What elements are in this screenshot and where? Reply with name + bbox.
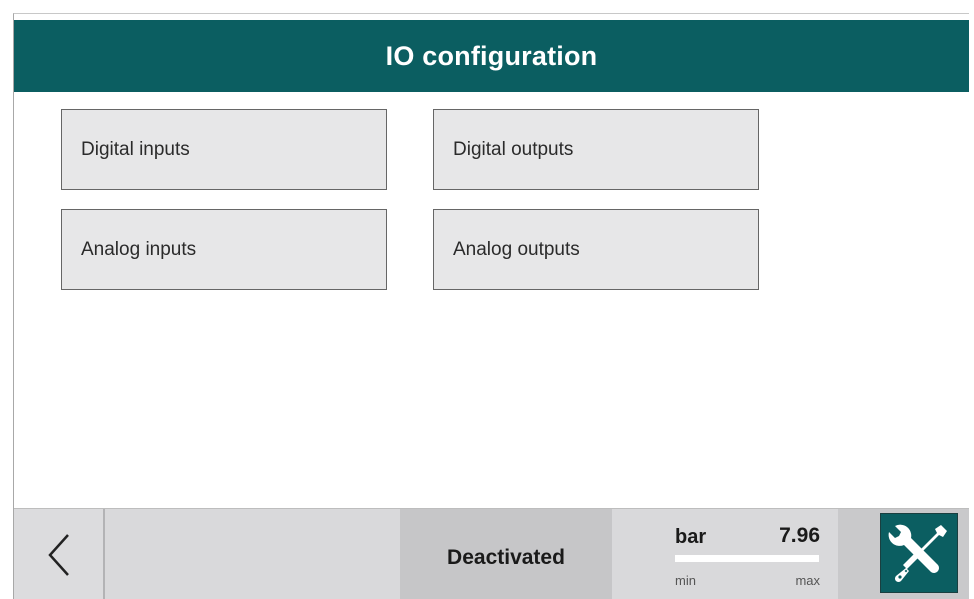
tools-button[interactable] [880,513,958,593]
tile-label: Analog inputs [81,238,197,260]
footer-bar: Deactivated bar 7.96 min max [14,508,969,599]
header-bar: IO configuration [14,20,969,92]
tile-label: Digital outputs [453,138,574,160]
status-panel: Deactivated [400,509,612,599]
page-title: IO configuration [385,40,598,71]
gauge-min-label: min [675,573,696,588]
analog-inputs-button[interactable]: Analog inputs [61,209,387,290]
wrench-screwdriver-icon [888,524,947,583]
back-button[interactable] [14,509,105,599]
gauge-value: 7.96 [779,524,820,547]
digital-outputs-button[interactable]: Digital outputs [433,109,759,190]
io-configuration-screen: IO configuration Digital inputs Digital … [13,13,969,599]
pressure-gauge: bar 7.96 min max [612,509,838,599]
footer-spacer [105,509,400,599]
gauge-max-label: max [795,573,820,588]
gauge-track [675,555,819,562]
tile-label: Analog outputs [453,238,580,260]
digital-inputs-button[interactable]: Digital inputs [61,109,387,190]
status-text: Deactivated [447,546,565,569]
tile-label: Digital inputs [81,138,190,160]
gauge-unit: bar [675,526,707,548]
analog-outputs-button[interactable]: Analog outputs [433,209,759,290]
gauge-fill [675,555,819,562]
chevron-left-icon [47,534,69,576]
